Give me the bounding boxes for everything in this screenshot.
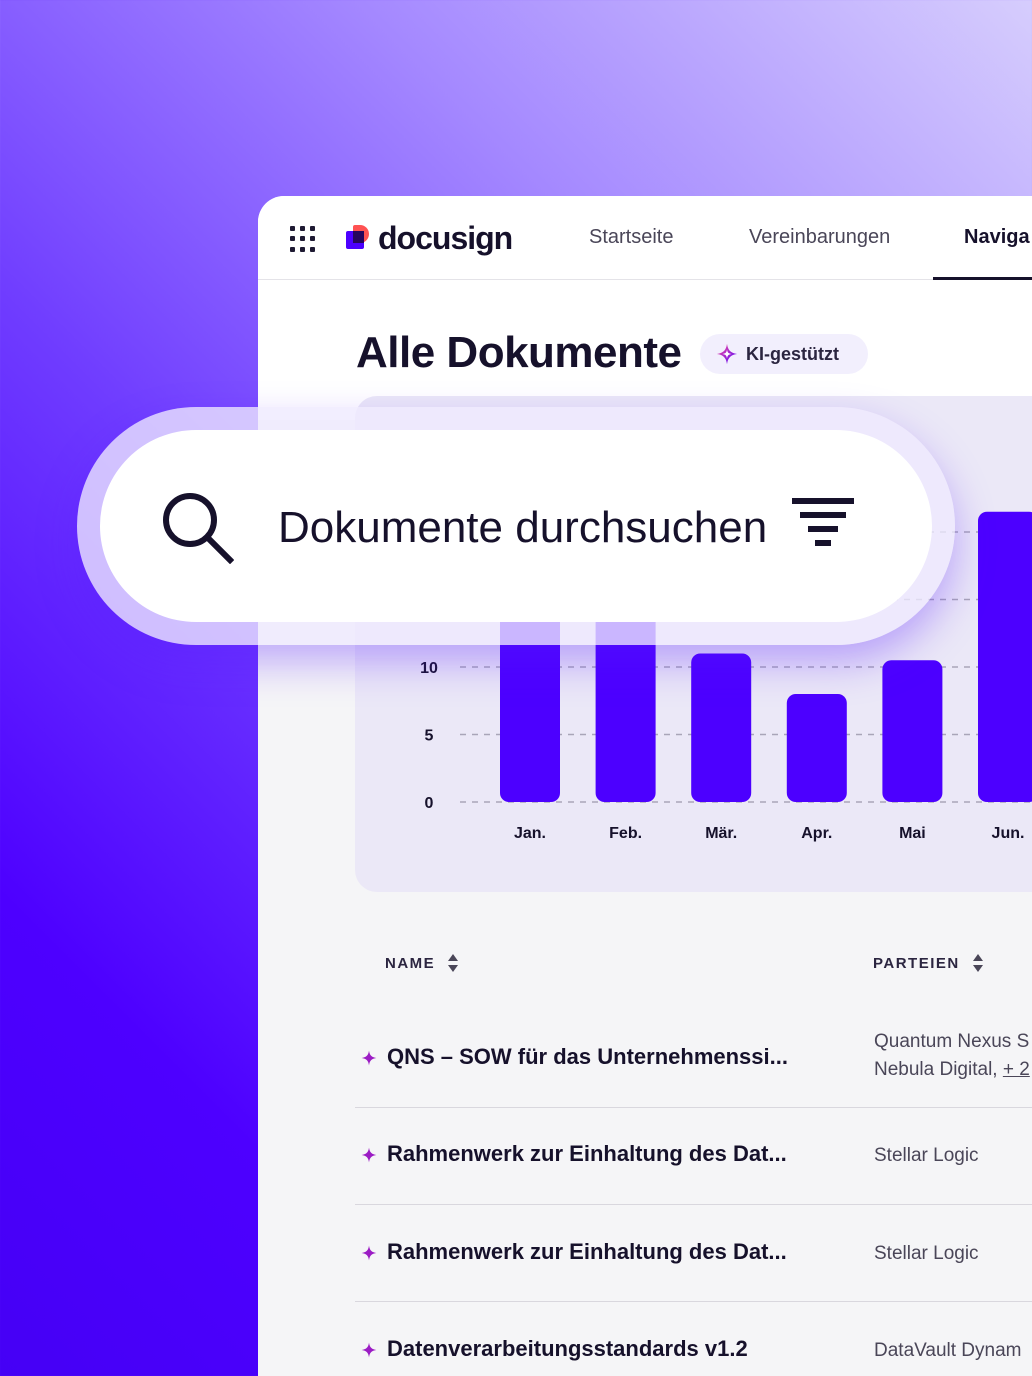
top-navigation-bar: docusign Startseite Vereinbarungen Navig… <box>258 196 1032 280</box>
ai-powered-badge: KI-gestützt <box>700 334 868 374</box>
document-name[interactable]: QNS – SOW für das Unternehmenssi... <box>387 1044 788 1070</box>
y-tick-label: 0 <box>425 795 434 812</box>
column-header-parties[interactable]: PARTEIEN <box>873 953 984 973</box>
docusign-logo-mark-icon <box>344 223 372 253</box>
bar <box>882 660 943 802</box>
document-name[interactable]: Rahmenwerk zur Einhaltung des Dat... <box>387 1239 787 1265</box>
ai-badge-label: KI-gestützt <box>746 343 839 364</box>
ai-sparkle-icon <box>361 1342 377 1358</box>
party-name: Stellar Logic <box>874 1243 979 1264</box>
brand-name: docusign <box>378 219 513 256</box>
x-tick-label: Jan. <box>514 825 546 842</box>
bar <box>691 653 752 802</box>
ai-sparkle-icon <box>361 1147 377 1163</box>
nav-tab-navigator[interactable]: Naviga <box>964 226 1030 249</box>
column-header-name-label: NAME <box>385 954 436 972</box>
x-tick-label: Mär. <box>705 825 737 842</box>
document-name[interactable]: Datenverarbeitungsstandards v1.2 <box>387 1336 748 1362</box>
nav-tab-startseite[interactable]: Startseite <box>589 226 673 249</box>
bar <box>978 511 1032 802</box>
table-row[interactable]: Rahmenwerk zur Einhaltung des Dat... Ste… <box>355 1108 1032 1205</box>
sort-icon[interactable] <box>972 953 984 973</box>
ai-sparkle-icon <box>361 1050 377 1066</box>
column-header-name[interactable]: NAME <box>385 953 459 973</box>
ai-sparkle-icon <box>361 1245 377 1261</box>
party-name: Quantum Nexus S <box>874 1031 1030 1052</box>
x-tick-label: Mai <box>899 825 926 842</box>
ai-sparkle-icon <box>716 343 738 365</box>
x-tick-label: Feb. <box>609 825 642 842</box>
table-row[interactable]: QNS – SOW für das Unternehmenssi... Quan… <box>355 1016 1032 1108</box>
more-parties-link[interactable]: + 2 <box>1003 1059 1030 1080</box>
y-tick-label: 5 <box>425 728 434 745</box>
x-tick-label: Apr. <box>801 825 832 842</box>
x-tick-label: Jun. <box>992 825 1025 842</box>
party-name: DataVault Dynam <box>874 1340 1022 1361</box>
bar <box>786 694 847 802</box>
table-row[interactable]: Datenverarbeitungsstandards v1.2 DataVau… <box>355 1302 1032 1376</box>
party-name-line-2: Nebula Digital, + 2 <box>874 1056 1030 1084</box>
page-title: Alle Dokumente <box>356 328 682 377</box>
column-header-parties-label: PARTEIEN <box>873 954 960 972</box>
search-input[interactable]: Dokumente durchsuchen <box>278 503 767 553</box>
app-window: docusign Startseite Vereinbarungen Navig… <box>258 196 1032 1376</box>
party-name: Nebula Digital, <box>874 1059 998 1080</box>
document-name[interactable]: Rahmenwerk zur Einhaltung des Dat... <box>387 1141 787 1167</box>
filter-icon[interactable] <box>792 498 854 548</box>
nav-tab-vereinbarungen[interactable]: Vereinbarungen <box>749 226 890 249</box>
docusign-logo[interactable]: docusign <box>344 218 513 258</box>
app-launcher-icon[interactable] <box>290 226 316 252</box>
party-name: Stellar Logic <box>874 1145 979 1166</box>
sort-icon[interactable] <box>447 953 459 973</box>
y-tick-label: 10 <box>420 660 438 677</box>
table-row[interactable]: Rahmenwerk zur Einhaltung des Dat... Ste… <box>355 1205 1032 1302</box>
search-icon[interactable] <box>160 490 234 564</box>
